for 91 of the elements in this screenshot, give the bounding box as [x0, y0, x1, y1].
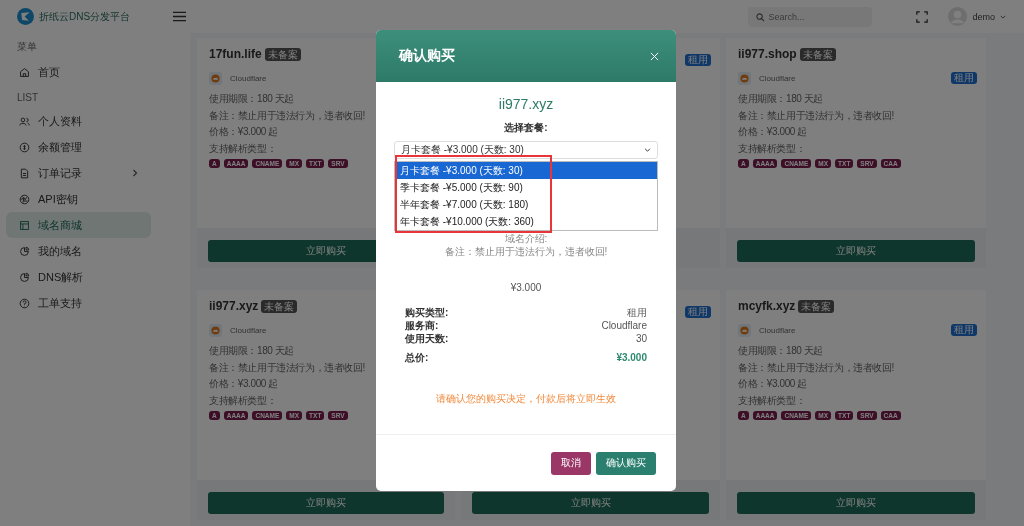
- cloud-icon: [738, 323, 751, 337]
- menu-item-icon: [19, 297, 30, 309]
- provider-name: Cloudflare: [759, 73, 796, 83]
- menu-item-icon: [19, 219, 30, 231]
- card-info: 支持解析类型：: [738, 141, 806, 156]
- card-info: 备注：禁止用于违法行为，违者收回!: [209, 360, 365, 375]
- card-info: 备注：禁止用于违法行为，违者收回!: [209, 108, 365, 123]
- close-icon[interactable]: [650, 51, 659, 61]
- field-label: 选择套餐:: [504, 121, 548, 135]
- detail-label: 购买类型:: [405, 306, 449, 319]
- menu-item-icon: [19, 271, 30, 283]
- buy-button[interactable]: 立即购买: [737, 492, 975, 514]
- menu-item-icon: [19, 141, 30, 153]
- card-info: 价格：¥3.000 起: [738, 377, 807, 391]
- provider-name: Cloudflare: [230, 325, 267, 335]
- section-title: 菜单: [16, 40, 38, 54]
- dialog-domain: ii977.xyz: [498, 96, 554, 114]
- domain-name: ii977.shop: [738, 47, 797, 61]
- sidebar-item[interactable]: 工单支持: [6, 290, 151, 316]
- buy-button[interactable]: 立即购买: [472, 492, 709, 514]
- sidebar-item[interactable]: 个人资料: [6, 108, 151, 134]
- buy-button[interactable]: 立即购买: [208, 492, 444, 514]
- dropdown-option[interactable]: 季卡套餐 -¥5.000 (天数: 90): [395, 179, 657, 196]
- sidebar-item[interactable]: 首页: [6, 59, 151, 85]
- brand-name: 折纸云DNS分发平台: [39, 9, 131, 24]
- card-info: 使用期限：180 天起: [209, 344, 295, 358]
- card-info: 备注：禁止用于违法行为，违者收回!: [738, 360, 894, 375]
- detail-value: Cloudflare: [601, 319, 647, 332]
- section-title: LIST: [16, 91, 40, 105]
- domain-name: 17fun.life: [209, 47, 262, 61]
- cancel-button[interactable]: 取消: [551, 451, 591, 475]
- dropdown-option[interactable]: 年卡套餐 -¥10.000 (天数: 360): [395, 213, 657, 230]
- dropdown-option[interactable]: 月卡套餐 -¥3.000 (天数: 30): [395, 162, 657, 179]
- sidebar-item[interactable]: DNS解析: [6, 264, 151, 290]
- card-info: 备注：禁止用于违法行为，违者收回!: [738, 108, 894, 123]
- detail-value: 30: [635, 332, 647, 345]
- card-info: 使用期限：180 天起: [738, 344, 824, 358]
- cloud-icon: [209, 71, 222, 85]
- detail-label: 使用天数:: [405, 332, 449, 345]
- status-badge: 未备案: [261, 299, 298, 313]
- detail-label: 服务商:: [405, 319, 439, 332]
- rent-tag: 租用: [951, 324, 977, 336]
- menu-item-icon: [19, 193, 30, 205]
- rent-tag: 租用: [685, 306, 711, 318]
- status-badge: 未备案: [799, 47, 836, 61]
- card-info: 价格：¥3.000 起: [209, 377, 278, 391]
- logo-icon: [17, 8, 34, 25]
- status-badge: 未备案: [798, 299, 835, 313]
- intro-text: 备注：禁止用于违法行为，违者收回!: [444, 245, 608, 258]
- search-icon: [756, 12, 766, 22]
- card-info: 使用期限：180 天起: [738, 92, 824, 106]
- total-label: 总价:: [405, 351, 429, 364]
- menu-item-icon: [19, 66, 30, 78]
- card-info: 支持解析类型：: [738, 393, 806, 408]
- provider-name: Cloudflare: [759, 325, 796, 335]
- notice-text: 请确认您的购买决定，付款后将立即生效: [436, 392, 616, 406]
- user-menu[interactable]: demo: [948, 7, 1006, 26]
- chevron-down-icon: [644, 148, 651, 152]
- status-badge: 未备案: [264, 47, 301, 61]
- confirm-button[interactable]: 确认购买: [596, 451, 656, 475]
- detail-value: 租用: [627, 306, 647, 319]
- dialog-title: 确认购买: [399, 47, 456, 65]
- sidebar-item[interactable]: 余额管理: [6, 134, 151, 160]
- dialog-price: ¥3.000: [510, 282, 542, 293]
- provider-name: Cloudflare: [230, 73, 267, 83]
- menu-item-icon: [19, 115, 30, 127]
- domain-name: ii977.xyz: [209, 299, 259, 313]
- intro-label: 域名介绍:: [504, 232, 548, 245]
- card-info: 使用期限：180 天起: [209, 92, 295, 106]
- caret-icon: [1000, 14, 1006, 19]
- domain-name: mcyfk.xyz: [738, 299, 796, 313]
- card-info: 支持解析类型：: [209, 393, 277, 408]
- rent-tag: 租用: [951, 72, 977, 84]
- fullscreen-icon[interactable]: [916, 10, 929, 23]
- menu-item-icon: [19, 245, 30, 257]
- sidebar-item[interactable]: API密钥: [6, 186, 151, 212]
- menu-item-icon: [19, 167, 30, 179]
- sidebar-item[interactable]: 域名商城: [6, 212, 151, 238]
- sidebar-item[interactable]: 我的域名: [6, 238, 151, 264]
- card-info: 支持解析类型：: [209, 141, 277, 156]
- rent-tag: 租用: [685, 54, 711, 66]
- sidebar-item[interactable]: 订单记录: [6, 160, 151, 186]
- plan-select[interactable]: 月卡套餐 -¥3.000 (天数: 30): [394, 141, 658, 159]
- cloud-icon: [738, 71, 751, 85]
- dropdown-option[interactable]: 半年套餐 -¥7.000 (天数: 180): [395, 196, 657, 213]
- buy-button[interactable]: 立即购买: [737, 240, 975, 262]
- card-info: 价格：¥3.000 起: [738, 125, 807, 139]
- card-info: 价格：¥3.000 起: [209, 125, 278, 139]
- total-value: ¥3.000: [616, 351, 647, 364]
- cloud-icon: [209, 323, 222, 337]
- menu-icon[interactable]: [173, 11, 186, 22]
